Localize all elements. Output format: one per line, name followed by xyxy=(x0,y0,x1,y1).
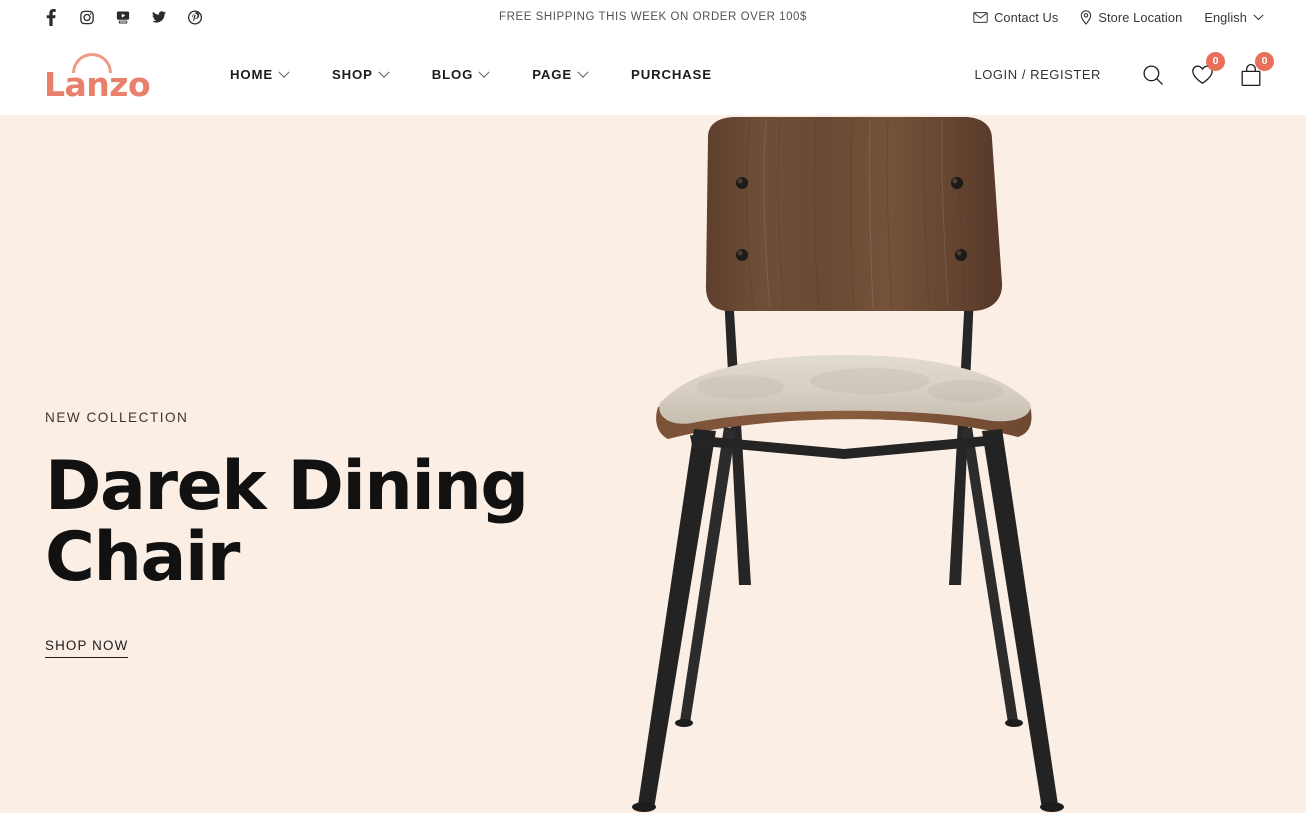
top-bar: FREE SHIPPING THIS WEEK ON ORDER OVER 10… xyxy=(0,0,1306,34)
search-icon xyxy=(1142,64,1164,86)
nav-label-shop: SHOP xyxy=(331,67,373,82)
contact-us-link[interactable]: Contact Us xyxy=(973,10,1058,25)
store-location-label: Store Location xyxy=(1098,9,1183,25)
youtube-icon[interactable] xyxy=(116,9,130,25)
hero-copy: NEW COLLECTION Darek Dining Chair SHOP N… xyxy=(45,410,685,659)
chevron-down-icon xyxy=(478,66,490,78)
nav-item-home[interactable]: HOME xyxy=(230,66,290,82)
nav-item-blog[interactable]: BLOG xyxy=(431,66,490,82)
main-navigation: HOME SHOP BLOG PAGE PURCHASE xyxy=(230,66,712,82)
facebook-icon[interactable] xyxy=(44,8,58,26)
logo[interactable]: Lanzo xyxy=(44,51,151,101)
nav-item-shop[interactable]: SHOP xyxy=(331,66,390,82)
nav-label-purchase: PURCHASE xyxy=(631,67,712,82)
instagram-icon[interactable] xyxy=(80,9,94,25)
logo-text: Lanzo xyxy=(44,64,151,104)
chevron-down-icon xyxy=(1253,14,1264,21)
nav-item-purchase[interactable]: PURCHASE xyxy=(631,67,712,82)
product-image[interactable] xyxy=(620,115,1090,813)
cart-count-badge: 0 xyxy=(1255,51,1274,71)
contact-us-label: Contact Us xyxy=(994,9,1059,25)
nav-label-home: HOME xyxy=(230,67,273,82)
shop-now-button[interactable]: SHOP NOW xyxy=(45,638,129,659)
envelope-icon xyxy=(973,11,988,23)
hero-headline: Darek Dining Chair xyxy=(45,447,529,597)
store-location-link[interactable]: Store Location xyxy=(1080,10,1182,25)
nav-label-blog: BLOG xyxy=(431,67,474,82)
header-actions: LOGIN / REGISTER 0 0 xyxy=(974,51,1274,89)
chevron-down-icon xyxy=(278,66,290,78)
language-label: English xyxy=(1204,9,1247,25)
hero-eyebrow: NEW COLLECTION xyxy=(45,410,189,425)
twitter-icon[interactable] xyxy=(152,9,166,25)
nav-item-page[interactable]: PAGE xyxy=(532,66,589,82)
pinterest-icon[interactable] xyxy=(188,9,202,25)
search-button[interactable] xyxy=(1140,61,1166,89)
login-register-link[interactable]: LOGIN / REGISTER xyxy=(974,67,1101,82)
map-pin-icon xyxy=(1080,9,1092,25)
hero-banner: NEW COLLECTION Darek Dining Chair SHOP N… xyxy=(0,115,1306,813)
cart-button[interactable]: 0 xyxy=(1238,51,1274,89)
nav-label-page: PAGE xyxy=(532,67,573,82)
language-selector[interactable]: English xyxy=(1204,10,1264,25)
wishlist-button[interactable]: 0 xyxy=(1189,51,1225,89)
wishlist-count-badge: 0 xyxy=(1206,51,1225,71)
chevron-down-icon xyxy=(378,66,390,78)
chevron-down-icon xyxy=(577,66,589,78)
site-header: Lanzo HOME SHOP BLOG PAGE PURCHASE LOGIN… xyxy=(0,34,1306,115)
top-bar-right: Contact Us Store Location English xyxy=(973,10,1264,25)
social-links xyxy=(44,8,202,26)
